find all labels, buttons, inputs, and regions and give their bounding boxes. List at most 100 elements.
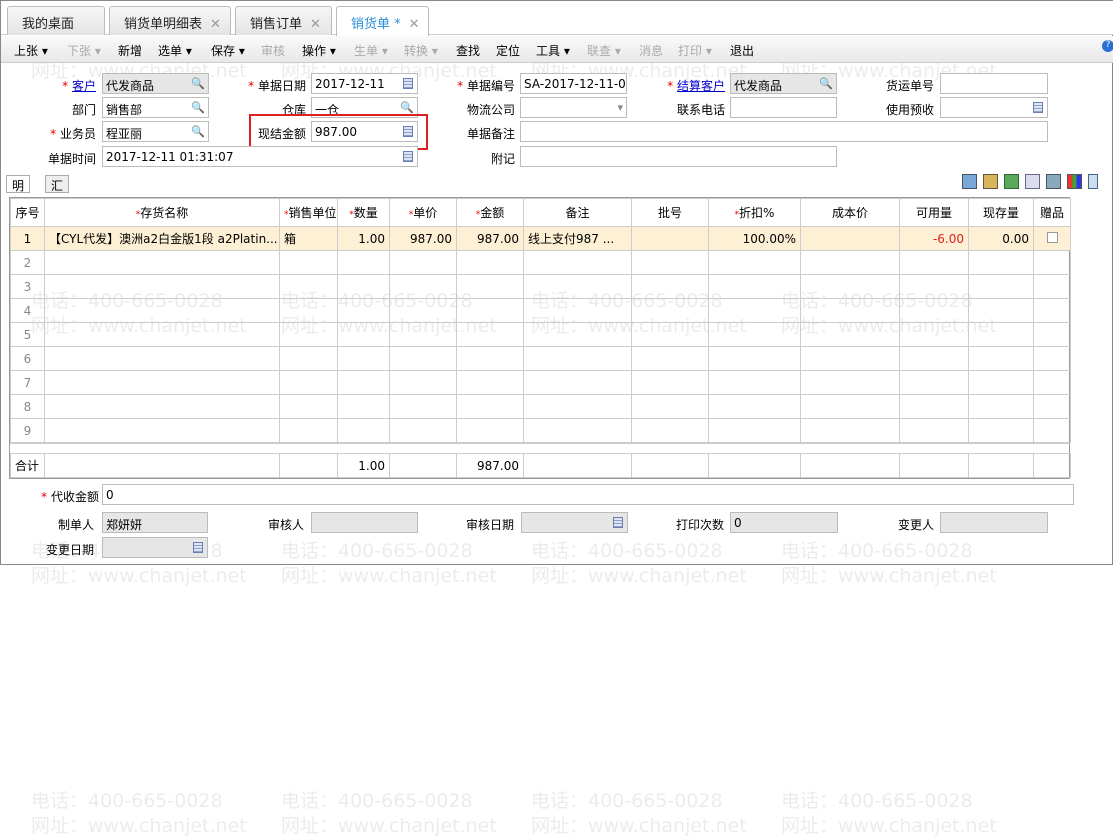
column-header[interactable]: *数量 xyxy=(337,198,390,227)
table-cell[interactable] xyxy=(708,250,801,275)
table-cell[interactable] xyxy=(337,418,390,443)
table-cell[interactable]: 1.00 xyxy=(337,226,390,251)
table-cell[interactable] xyxy=(1033,298,1071,323)
table-row[interactable]: 1 【CYL代发】澳洲a2白金版1段 a2Platin... 箱 1.00 987.00… xyxy=(10,226,1071,251)
table-cell[interactable] xyxy=(523,418,632,443)
table-cell[interactable] xyxy=(631,322,709,347)
time-input[interactable]: 2017-12-11 01:31:07 xyxy=(102,146,418,167)
table-cell[interactable] xyxy=(523,298,632,323)
table-cell[interactable] xyxy=(800,298,900,323)
find-icon[interactable] xyxy=(1046,174,1061,189)
table-cell[interactable] xyxy=(456,346,524,371)
table-cell[interactable]: 987.00 xyxy=(456,226,524,251)
table-cell[interactable] xyxy=(968,418,1034,443)
table-cell[interactable]: 线上支付987 ... xyxy=(523,226,632,251)
table-cell[interactable] xyxy=(389,274,457,299)
table-cell[interactable] xyxy=(708,298,801,323)
table-cell[interactable] xyxy=(800,370,900,395)
table-cell[interactable] xyxy=(968,250,1034,275)
table-cell[interactable] xyxy=(899,346,969,371)
table-cell[interactable] xyxy=(1033,370,1071,395)
table-cell[interactable] xyxy=(631,298,709,323)
table-cell[interactable] xyxy=(44,250,280,275)
preview-icon[interactable] xyxy=(1025,174,1040,189)
table-cell[interactable]: 4 xyxy=(10,298,45,323)
table-cell[interactable] xyxy=(1033,250,1071,275)
save-layout-icon[interactable] xyxy=(1088,174,1098,189)
table-row[interactable]: 8 xyxy=(10,394,1071,419)
table-cell[interactable] xyxy=(899,274,969,299)
table-cell[interactable] xyxy=(1033,274,1071,299)
search-icon[interactable]: 🔍 xyxy=(819,77,833,90)
operate-button[interactable]: 操作 ▾ xyxy=(302,42,336,59)
table-cell[interactable] xyxy=(456,298,524,323)
table-cell[interactable] xyxy=(968,370,1034,395)
table-cell[interactable] xyxy=(456,250,524,275)
remark-input[interactable] xyxy=(520,121,1048,142)
table-cell[interactable] xyxy=(708,322,801,347)
table-cell[interactable]: 7 xyxy=(10,370,45,395)
table-cell[interactable] xyxy=(337,274,390,299)
table-cell[interactable] xyxy=(708,370,801,395)
table-cell[interactable]: 1 xyxy=(10,226,45,251)
table-cell[interactable] xyxy=(1033,418,1071,443)
help-icon[interactable]: ? xyxy=(1102,40,1113,52)
table-cell[interactable] xyxy=(631,250,709,275)
table-cell[interactable] xyxy=(44,346,280,371)
next-button[interactable]: 下张 ▾ xyxy=(67,42,101,59)
table-cell[interactable] xyxy=(279,394,338,419)
table-cell[interactable] xyxy=(708,274,801,299)
table-cell[interactable] xyxy=(523,346,632,371)
tools-button[interactable]: 工具 ▾ xyxy=(536,42,570,59)
phone-input[interactable] xyxy=(730,97,837,118)
table-cell[interactable]: -6.00 xyxy=(899,226,969,251)
table-cell[interactable] xyxy=(631,370,709,395)
table-cell[interactable] xyxy=(389,370,457,395)
table-cell[interactable] xyxy=(899,250,969,275)
table-cell[interactable] xyxy=(44,322,280,347)
salesperson-input[interactable]: 程亚丽 🔍 xyxy=(102,121,209,142)
table-cell[interactable] xyxy=(800,250,900,275)
calendar-icon[interactable] xyxy=(403,78,413,89)
tab-desktop[interactable]: 我的桌面 xyxy=(7,6,105,35)
table-cell[interactable]: 5 xyxy=(10,322,45,347)
table-cell[interactable] xyxy=(337,346,390,371)
table-cell[interactable] xyxy=(968,394,1034,419)
table-cell[interactable] xyxy=(279,370,338,395)
table-cell[interactable] xyxy=(337,322,390,347)
column-header[interactable]: 成本价 xyxy=(800,198,900,227)
message-button[interactable]: 消息 xyxy=(639,42,663,59)
table-cell[interactable] xyxy=(389,394,457,419)
table-cell[interactable] xyxy=(44,394,280,419)
logistics-select[interactable]: ▾ xyxy=(520,97,627,118)
table-cell[interactable] xyxy=(279,298,338,323)
column-header[interactable]: 赠品 xyxy=(1033,198,1071,227)
prepay-input[interactable] xyxy=(940,97,1048,118)
note-input[interactable] xyxy=(520,146,837,167)
chevron-down-icon[interactable]: ▾ xyxy=(617,101,623,114)
table-cell[interactable] xyxy=(279,346,338,371)
gift-checkbox[interactable] xyxy=(1046,231,1058,243)
table-cell[interactable] xyxy=(279,250,338,275)
calendar-icon[interactable] xyxy=(403,151,413,162)
table-cell[interactable]: 【CYL代发】澳洲a2白金版1段 a2Platin... xyxy=(44,226,280,251)
table-cell[interactable] xyxy=(708,418,801,443)
table-cell[interactable] xyxy=(1033,322,1071,347)
settle-customer-input[interactable]: 代发商品 🔍 xyxy=(730,73,837,94)
table-cell[interactable]: 987.00 xyxy=(389,226,457,251)
table-cell[interactable] xyxy=(800,418,900,443)
table-cell[interactable] xyxy=(44,418,280,443)
table-cell[interactable] xyxy=(708,394,801,419)
calculator-icon[interactable] xyxy=(1033,102,1043,113)
exit-button[interactable]: 退出 xyxy=(730,42,754,59)
table-cell[interactable] xyxy=(631,226,709,251)
audit-button[interactable]: 审核 xyxy=(261,42,285,59)
table-cell[interactable] xyxy=(899,394,969,419)
find-button[interactable]: 查找 xyxy=(456,42,480,59)
table-cell[interactable] xyxy=(44,370,280,395)
table-cell[interactable]: 6 xyxy=(10,346,45,371)
search-icon[interactable]: 🔍 xyxy=(400,101,414,114)
column-header[interactable]: 批号 xyxy=(631,198,709,227)
table-cell[interactable] xyxy=(523,250,632,275)
customer-label[interactable]: * 客户 xyxy=(62,77,96,94)
